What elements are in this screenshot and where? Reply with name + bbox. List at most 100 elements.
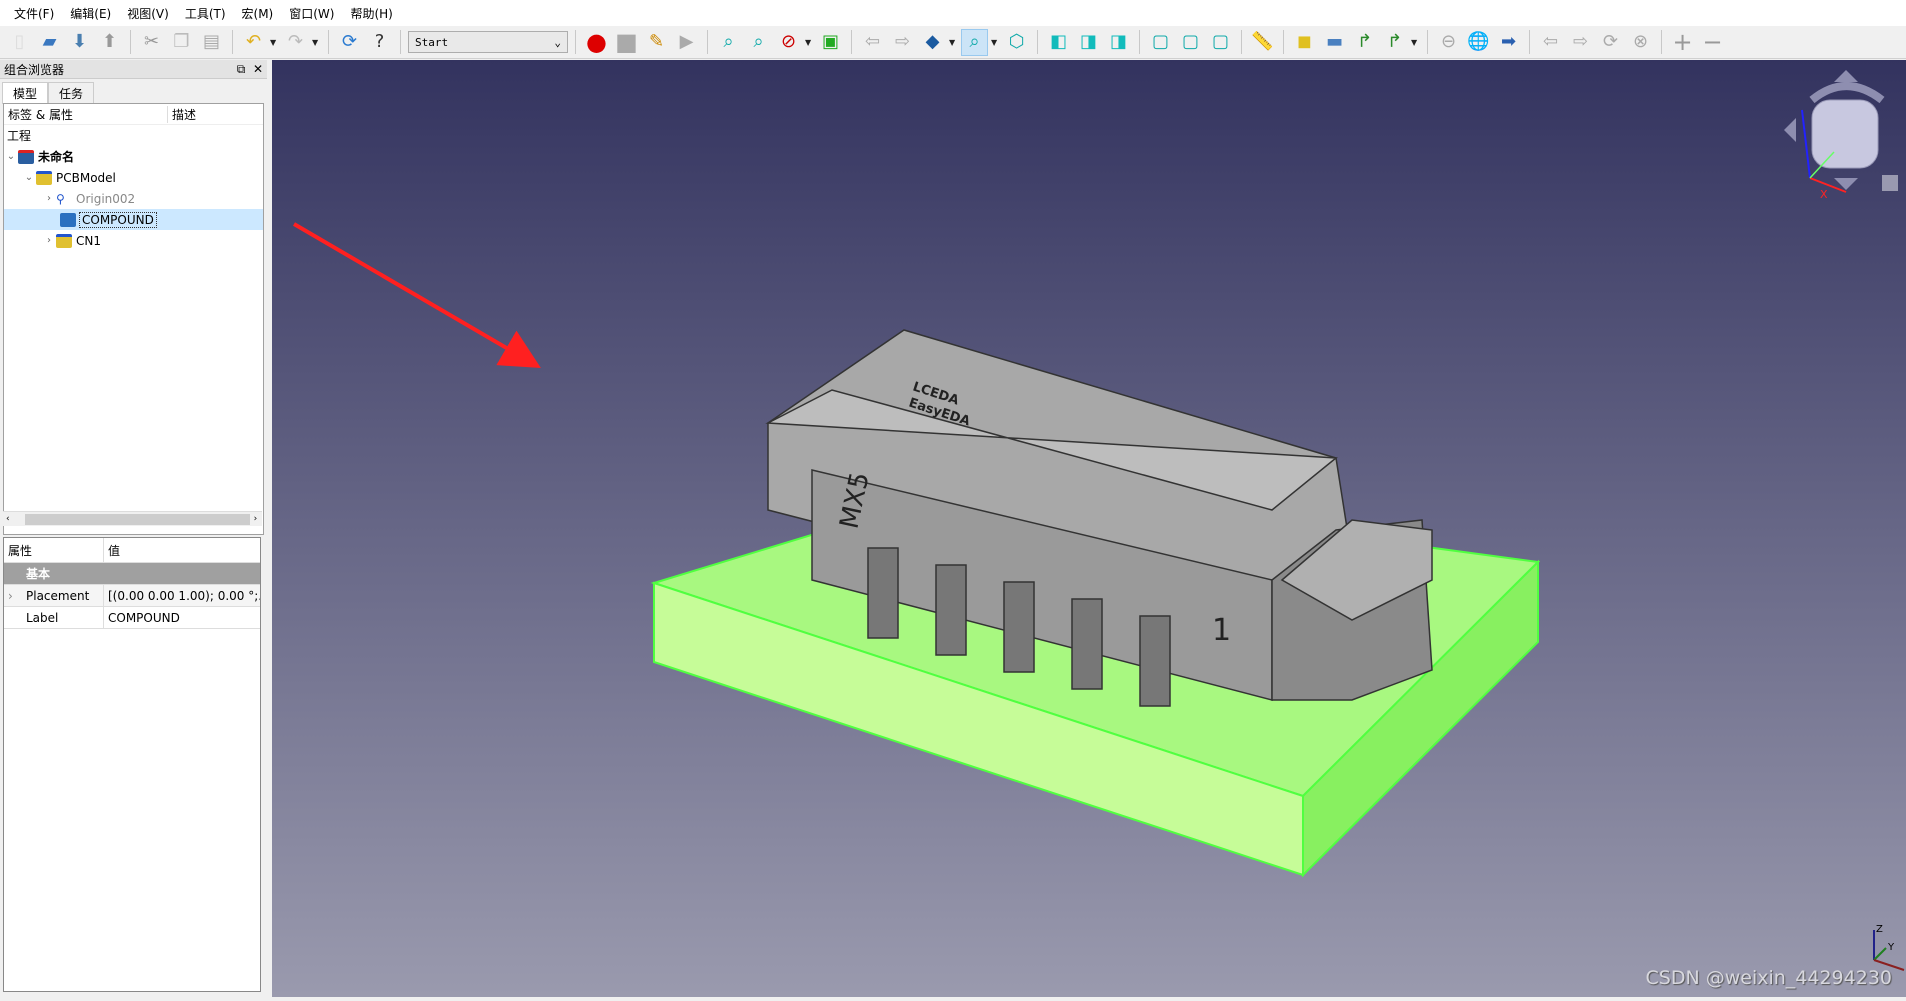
chevron-right-icon[interactable]: › [42, 235, 56, 246]
zoom-icon[interactable]: ⌕ [961, 28, 988, 56]
record-macro-icon[interactable]: ● [583, 29, 610, 56]
whats-this-icon[interactable]: ? [366, 29, 393, 56]
web-home-icon[interactable]: 🌐 [1465, 29, 1492, 56]
tab-model[interactable]: 模型 [2, 82, 49, 104]
refresh-icon[interactable]: ⟳ [336, 29, 363, 56]
item-label: Origin002 [76, 191, 136, 206]
horizontal-scrollbar[interactable]: ‹ › [3, 511, 262, 526]
watermark: CSDN @weixin_44294230 [1645, 967, 1893, 989]
view-right-icon[interactable]: ◨ [1105, 29, 1132, 56]
chevron-right-icon[interactable]: › [42, 193, 56, 204]
macro-select[interactable]: Start ⌄ [408, 31, 568, 53]
edit-macro-icon[interactable]: ✎ [643, 29, 670, 56]
paste-icon[interactable]: ▤ [198, 29, 225, 56]
column-description: 描述 [172, 107, 197, 122]
tree-item-pcbmodel[interactable]: ⌄ PCBModel [4, 167, 263, 188]
item-label: PCBModel [56, 170, 116, 185]
redo-icon[interactable]: ↷ [282, 29, 309, 56]
property-row-placement[interactable]: › Placement [(0.00 0.00 1.00); 0.00 °;... [4, 585, 260, 607]
chevron-down-icon: ⌄ [554, 35, 561, 49]
measure-icon[interactable]: 📏 [1249, 29, 1276, 56]
run-macro-icon[interactable]: ▶ [673, 29, 700, 56]
view-top-icon[interactable]: ◨ [1075, 29, 1102, 56]
sync-view-icon[interactable]: ◆ [919, 29, 946, 56]
property-editor: 属性值 基本 › Placement [(0.00 0.00 1.00); 0.00… [3, 537, 261, 992]
menu-window[interactable]: 窗口(W) [281, 5, 342, 22]
item-label: CN1 [76, 233, 101, 248]
web-back-icon[interactable]: ⇦ [1537, 29, 1564, 56]
tree-item-cn1[interactable]: › CN1 [4, 230, 263, 251]
panel-title: 组合浏览器 [4, 62, 65, 77]
item-label: COMPOUND [79, 211, 157, 228]
undo-icon[interactable]: ↶ [240, 29, 267, 56]
menu-view[interactable]: 视图(V) [119, 5, 177, 22]
zoom-out-icon[interactable]: − [1699, 29, 1726, 56]
start-label: Start [415, 35, 449, 49]
document-icon [18, 149, 34, 164]
fit-selection-icon[interactable]: ⌕ [745, 29, 772, 56]
property-value[interactable]: COMPOUND [104, 611, 260, 625]
tree-item-compound[interactable]: COMPOUND [4, 209, 263, 230]
scroll-left-icon[interactable]: ‹ [3, 514, 10, 524]
menu-macro[interactable]: 宏(M) [234, 5, 282, 22]
menu-edit[interactable]: 编辑(E) [62, 5, 119, 22]
view-left-icon[interactable]: ▢ [1207, 29, 1234, 56]
draw-style-icon[interactable]: ⊘ [775, 29, 802, 56]
tree-section: 工程 [4, 125, 263, 146]
property-value[interactable]: [(0.00 0.00 1.00); 0.00 °;... [104, 589, 260, 603]
menu-tools[interactable]: 工具(T) [177, 5, 234, 22]
chevron-down-icon[interactable]: ⌄ [4, 151, 18, 162]
menu-help[interactable]: 帮助(H) [342, 5, 400, 22]
save-as-icon[interactable]: ⬆ [96, 29, 123, 56]
model-tree: 标签 & 属性 描述 工程 ⌄ 未命名 ⌄ PCBModel › ⚲ Origin002 … [3, 103, 264, 535]
axis-z-label: Z [1876, 924, 1883, 935]
back-icon[interactable]: ⇦ [859, 29, 886, 56]
chevron-down-icon[interactable]: ⌄ [22, 172, 36, 183]
panel-header: 组合浏览器 ⧉ ✕ [0, 60, 267, 79]
origin-icon: ⚲ [56, 191, 65, 206]
view-rear-icon[interactable]: ▢ [1147, 29, 1174, 56]
tree-item-origin[interactable]: › ⚲ Origin002 [4, 188, 263, 209]
create-part-icon[interactable]: ◼ [1291, 29, 1318, 56]
navigation-cube[interactable] [1784, 70, 1898, 193]
property-row-label[interactable]: Label COMPOUND [4, 607, 260, 629]
view-isometric-icon[interactable]: ⬡ [1003, 29, 1030, 56]
property-name: Label [4, 607, 104, 628]
stop-macro-icon[interactable]: ■ [613, 29, 640, 56]
close-icon[interactable]: ✕ [253, 62, 263, 76]
float-icon[interactable]: ⧉ [237, 62, 246, 76]
cut-icon[interactable]: ✂ [138, 29, 165, 56]
menu-file[interactable]: 文件(F) [6, 5, 62, 22]
axis-y-label: Y [1887, 942, 1895, 953]
copy-icon[interactable]: ❐ [168, 29, 195, 56]
link-icon[interactable]: ↱ [1351, 29, 1378, 56]
web-forward-icon[interactable]: ⇨ [1567, 29, 1594, 56]
web-refresh-icon[interactable]: ⟳ [1597, 29, 1624, 56]
view-front-icon[interactable]: ◧ [1045, 29, 1072, 56]
menu-bar: 文件(F) 编辑(E) 视图(V) 工具(T) 宏(M) 窗口(W) 帮助(H) [0, 0, 1906, 26]
open-icon[interactable]: ▰ [36, 29, 63, 56]
fit-all-icon[interactable]: ⌕ [715, 29, 742, 56]
zoom-in-icon[interactable]: + [1669, 29, 1696, 56]
compound-icon [60, 212, 76, 227]
new-file-icon[interactable]: ▯ [6, 29, 33, 56]
value-header: 值 [108, 543, 121, 558]
create-group-icon[interactable]: ▬ [1321, 29, 1348, 56]
combo-view-panel: 组合浏览器 ⧉ ✕ 模型 任务 标签 & 属性 描述 工程 ⌄ 未命名 ⌄ PCBMo… [0, 60, 267, 1001]
forward-icon[interactable]: ⇨ [889, 29, 916, 56]
web-go-icon[interactable]: ➡ [1495, 29, 1522, 56]
3d-viewport[interactable]: LCEDA EasyEDA MX5 1 Z Y X CSDN @weixin_4… [272, 60, 1906, 997]
scene: LCEDA EasyEDA MX5 1 Z Y X [292, 70, 1905, 971]
save-icon[interactable]: ⬇ [66, 29, 93, 56]
web-stop-icon[interactable]: ⊖ [1435, 29, 1462, 56]
web-stop-x-icon[interactable]: ⊗ [1627, 29, 1654, 56]
chevron-right-icon[interactable]: › [8, 589, 26, 603]
tab-tasks[interactable]: 任务 [48, 82, 95, 104]
model-text-pin1: 1 [1212, 613, 1231, 648]
axis-indicator: Z Y X [1820, 188, 1905, 971]
bounding-box-icon[interactable]: ▣ [817, 29, 844, 56]
link-actions-icon[interactable]: ↱ [1381, 29, 1408, 56]
tree-item-document[interactable]: ⌄ 未命名 [4, 146, 263, 167]
view-bottom-icon[interactable]: ▢ [1177, 29, 1204, 56]
scroll-right-icon[interactable]: › [250, 514, 258, 524]
